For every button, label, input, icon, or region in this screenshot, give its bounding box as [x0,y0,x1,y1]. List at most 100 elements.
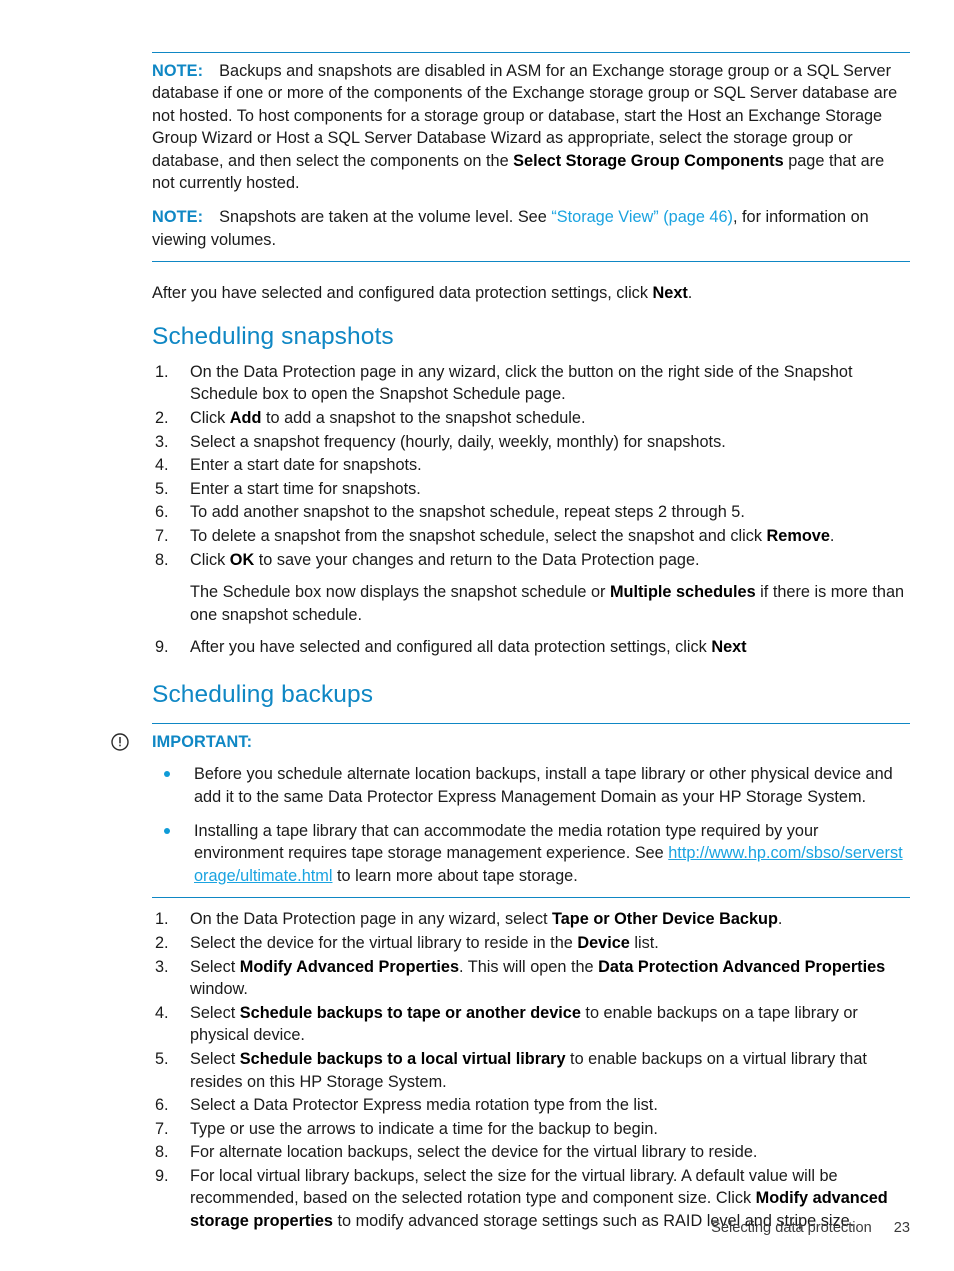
snapshot-step-text: To add another snapshot to the snapshot … [190,503,745,521]
snapshot-step-8-followup-text-run-0: The Schedule box now displays the snapsh… [190,583,610,602]
backup-step-item: 7. Type or use the arrows to indicate a t… [152,1118,910,1141]
backup-step-item: 8. For alternate location backups, select… [152,1141,910,1164]
snapshot-step-number: 3. [155,432,169,451]
note-2-text-lead: Snapshots are taken at the volume level.… [219,208,552,227]
backup-step-text: Select a Data Protector Express media ro… [190,1096,658,1114]
backup-step-2-text-run-2: list. [629,933,659,952]
note-2-paragraph: NOTE: Snapshots are taken at the volume l… [152,206,910,251]
note-1-paragraph: NOTE: Backups and snapshots are disabled … [152,60,910,194]
snapshot-step-text: To delete a snapshot from the snapshot s… [190,527,834,545]
document-page: NOTE: Backups and snapshots are disabled … [0,0,954,1271]
snapshot-step-text: Enter a start time for snapshots. [190,480,421,498]
backup-step-text: Type or use the arrows to indicate a tim… [190,1120,658,1138]
snapshot-step-number: 1. [155,362,169,381]
snapshot-step-5-text-run-0: Enter a start time for snapshots. [190,479,421,498]
backup-step-text: Select the device for the virtual librar… [190,934,659,952]
backup-step-5-bold-run-1: Schedule backups to a local virtual libr… [239,1049,566,1068]
snapshot-step-text: Click OK to save your changes and return… [190,551,700,569]
snapshot-step-1-text-run-0: On the Data Protection page in any wizar… [190,362,853,404]
backup-step-number: 1. [155,910,169,929]
snapshot-step-number: 8. [155,550,169,569]
backup-step-text: Select Modify Advanced Properties. This … [190,958,885,999]
backup-step-item: 4. Select Schedule backups to tape or ano… [152,1002,910,1047]
intro-text-before: After you have selected and configured d… [152,284,653,303]
snapshot-step-number: 6. [155,503,169,522]
snapshot-step-item: 5. Enter a start time for snapshots. [152,478,910,501]
snapshot-step-number: 5. [155,479,169,498]
important-label-paragraph: IMPORTANT: [152,731,910,753]
snapshot-step-4-text-run-0: Enter a start date for snapshots. [190,456,422,475]
footer-section-title: Selecting data protection [711,1220,872,1236]
snapshot-step-6-text-run-0: To add another snapshot to the snapshot … [190,503,745,522]
important-bullet-text: Installing a tape library that can accom… [194,822,903,885]
important-bullet-2-text-run-2: to learn more about tape storage. [332,866,578,885]
snapshot-step-3-text-run-0: Select a snapshot frequency (hourly, dai… [190,432,726,451]
snapshot-step-8-text-run-2: to save your changes and return to the D… [254,550,700,569]
backup-step-1-bold-run-1: Tape or Other Device Backup [552,910,778,929]
backup-step-number: 7. [155,1119,169,1138]
snapshot-step-7-text-run-0: To delete a snapshot from the snapshot s… [190,527,767,545]
intro-text-after: . [687,284,693,303]
backup-step-6-text-run-0: Select a Data Protector Express media ro… [190,1096,658,1115]
backup-step-1-text-run-2: . [777,910,783,929]
backup-step-7-text-run-0: Type or use the arrows to indicate a tim… [190,1119,658,1138]
note-2-label: NOTE: [152,208,204,227]
backup-step-4-bold-run-1: Schedule backups to tape or another devi… [239,1003,581,1022]
backup-step-text: Select Schedule backups to a local virtu… [190,1050,867,1091]
backup-step-item: 3. Select Modify Advanced Properties. Thi… [152,956,910,1001]
backup-step-item: 2. Select the device for the virtual libr… [152,932,910,955]
section-heading-scheduling-snapshots: Scheduling snapshots [152,322,394,350]
page-content: NOTE: Backups and snapshots are disabled … [111,52,910,1233]
backup-step-1-text-run-0: On the Data Protection page in any wizar… [190,910,553,929]
important-admonition: IMPORTANT: Before you schedule alternate… [111,724,910,887]
backup-step-3-text-run-4: window. [190,980,248,999]
snapshot-step-number: 2. [155,409,169,428]
snapshot-step-8-text-run-0: Click [190,550,230,569]
backup-step-number: 4. [155,1003,169,1022]
snapshot-step-8-bold-run-1: OK [229,550,255,569]
important-bullet-text: Before you schedule alternate location b… [194,765,893,806]
backup-step-text: For alternate location backups, select t… [190,1143,757,1161]
snapshot-step-7-text-run-2: . [829,527,835,545]
snapshot-step-item: 1. On the Data Protection page in any wiz… [152,361,910,406]
snapshot-step-item: 6. To add another snapshot to the snapsho… [152,501,910,524]
snapshot-step-item: 3. Select a snapshot frequency (hourly, d… [152,431,910,454]
note-1-label: NOTE: [152,62,204,80]
bullet-dot-icon [164,771,170,778]
note-1-bold-term: Select Storage Group Components [513,151,784,170]
snapshot-step-9-list: 9. After you have selected and configured… [152,636,910,659]
important-bullet-item: Installing a tape library that can accom… [152,820,910,888]
backup-step-item: 6. Select a Data Protector Express media … [152,1094,910,1117]
snapshot-step-7-bold-run-1: Remove [766,527,830,545]
snapshot-step-8-followup-paragraph: The Schedule box now displays the snapsh… [152,581,910,626]
important-bullet-list: Before you schedule alternate location b… [152,763,910,887]
snapshot-step-text: Select a snapshot frequency (hourly, dai… [190,433,726,451]
snapshot-step-item: 7. To delete a snapshot from the snapshot… [152,525,910,548]
backup-step-text: Select Schedule backups to tape or anoth… [190,1004,858,1045]
snapshot-step-text: On the Data Protection page in any wizar… [190,363,853,404]
snapshot-step-1-bold-run-1: Next [711,638,747,657]
backup-step-number: 8. [155,1143,169,1162]
backup-step-2-text-run-0: Select the device for the virtual librar… [190,933,578,952]
backup-step-9-text-run-0: For local virtual library backups, selec… [190,1166,838,1208]
snapshot-step-text: Click Add to add a snapshot to the snaps… [190,409,586,427]
backup-step-number: 9. [155,1166,169,1185]
backup-step-3-text-run-0: Select [190,957,240,976]
snapshot-step-item: 9. After you have selected and configured… [152,636,910,659]
snapshot-steps-list: 1. On the Data Protection page in any wiz… [152,361,910,571]
backup-step-number: 5. [155,1049,169,1068]
backup-step-number: 2. [155,933,169,952]
backup-step-text: On the Data Protection page in any wizar… [190,910,782,928]
snapshot-step-8-followup-bold-run-1: Multiple schedules [609,583,756,602]
intro-paragraph: After you have selected and configured d… [152,282,910,305]
intro-bold-next: Next [652,284,688,303]
note-admonition-group: NOTE: Backups and snapshots are disabled … [152,53,910,251]
snapshot-step-text: After you have selected and configured a… [190,638,747,656]
important-bullet-1-text-run-0: Before you schedule alternate location b… [194,765,893,806]
snapshot-step-number: 9. [155,638,169,657]
snapshot-step-text: Enter a start date for snapshots. [190,456,422,474]
snapshot-step-number: 4. [155,456,169,475]
snapshot-step-item: 2. Click Add to add a snapshot to the sna… [152,407,910,430]
section-heading-scheduling-backups: Scheduling backups [152,680,374,708]
storage-view-cross-reference-link[interactable]: “Storage View” (page 46) [551,208,733,226]
